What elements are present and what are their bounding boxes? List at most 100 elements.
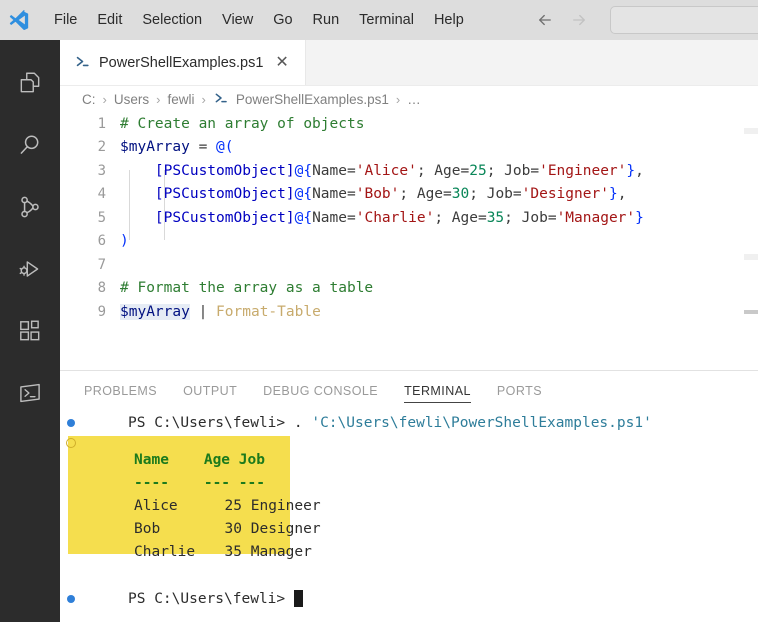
arrow-left-icon[interactable]	[536, 11, 554, 29]
tab-output[interactable]: OUTPUT	[183, 371, 237, 411]
terminal-command-line: PS C:\Users\fewli> . 'C:\Users\fewli\Pow…	[60, 411, 758, 434]
code-line: 8 # Format the array as a table	[60, 277, 758, 301]
code-token: 25	[469, 162, 487, 179]
code-token: 'Designer'	[521, 186, 609, 203]
chevron-right-icon: ›	[395, 91, 401, 107]
close-icon[interactable]: ✕	[271, 53, 292, 73]
menu-item-go[interactable]: Go	[263, 9, 302, 32]
menu-item-view[interactable]: View	[212, 9, 263, 32]
menu-item-run[interactable]: Run	[303, 9, 350, 32]
code-token: # Create an array of objects	[120, 115, 365, 132]
breadcrumb-item-file[interactable]: PowerShellExamples.ps1	[236, 92, 389, 107]
bottom-panel: PROBLEMS OUTPUT DEBUG CONSOLE TERMINAL P…	[60, 370, 758, 622]
menu-bar: File Edit Selection View Go Run Terminal…	[44, 0, 474, 40]
line-content: )	[120, 233, 129, 249]
line-content: [PSCustomObject]@{Name='Alice'; Age=25; …	[120, 163, 644, 179]
tab-terminal[interactable]: TERMINAL	[404, 371, 471, 411]
sidebar-item-run-and-debug[interactable]	[0, 238, 60, 300]
code-token: @(	[216, 139, 234, 156]
editor-region: PowerShellExamples.ps1 ✕ C: › Users › fe…	[60, 40, 758, 370]
source-control-icon	[17, 194, 43, 220]
terminal-output-separator: ---- --- ---	[60, 471, 758, 494]
code-token: $myArray	[120, 139, 190, 156]
line-content: # Create an array of objects	[120, 116, 364, 132]
code-token: )	[120, 233, 129, 250]
terminal-output[interactable]: PS C:\Users\fewli> . 'C:\Users\fewli\Pow…	[60, 411, 758, 621]
editor-scrollbar[interactable]	[744, 310, 758, 314]
menu-item-edit[interactable]: Edit	[87, 9, 132, 32]
output-cell-age: 35	[224, 543, 242, 560]
terminal-output-row: Bob 30 Designer	[60, 517, 758, 540]
menu-item-terminal[interactable]: Terminal	[349, 9, 424, 32]
code-token: 'Engineer'	[539, 162, 627, 179]
breadcrumb-item-drive[interactable]: C:	[82, 92, 96, 107]
output-sep-name: ----	[134, 474, 169, 491]
breadcrumb: C: › Users › fewli › PowerShellExamples.…	[60, 86, 758, 112]
sidebar-item-explorer[interactable]	[0, 52, 60, 114]
code-token: ,	[635, 162, 644, 179]
terminal-output-row: Alice 25 Engineer	[60, 494, 758, 517]
code-token: @{	[294, 162, 313, 179]
editor-tab-powershellexamples[interactable]: PowerShellExamples.ps1 ✕	[60, 40, 306, 85]
indent-guide	[164, 170, 165, 240]
code-token: [PSCustomObject]	[154, 162, 295, 179]
sidebar-item-extensions[interactable]	[0, 300, 60, 362]
menu-item-file[interactable]: File	[44, 9, 87, 32]
code-token: }	[635, 209, 644, 226]
editor-scrollbar[interactable]	[744, 254, 758, 260]
sidebar-item-source-control[interactable]	[0, 176, 60, 238]
breadcrumb-item-users[interactable]: Users	[114, 92, 149, 107]
output-cell-age: 25	[224, 497, 242, 514]
menu-item-help[interactable]: Help	[424, 9, 474, 32]
code-token: [PSCustomObject]	[154, 186, 295, 203]
arrow-right-icon[interactable]	[570, 11, 588, 29]
code-token: @{	[294, 209, 313, 226]
code-token: # Format the array as a table	[120, 280, 374, 297]
code-token: Name=	[312, 162, 356, 179]
tab-problems[interactable]: PROBLEMS	[84, 371, 157, 411]
terminal-prompt: PS C:\Users\fewli>	[128, 590, 294, 607]
terminal-command-argument: 'C:\Users\fewli\PowerShellExamples.ps1'	[311, 414, 652, 431]
terminal-dot-operator: .	[293, 414, 312, 431]
output-cell-job: Designer	[250, 520, 321, 537]
menu-item-selection[interactable]: Selection	[132, 9, 212, 32]
sidebar-item-search[interactable]	[0, 114, 60, 176]
breadcrumb-item-fewli[interactable]: fewli	[167, 92, 194, 107]
editor-tab-label: PowerShellExamples.ps1	[99, 54, 264, 71]
sidebar-item-terminal[interactable]	[0, 362, 60, 424]
terminal-cursor	[293, 590, 303, 607]
output-cell-name: Charlie	[134, 543, 196, 560]
command-marker-icon	[67, 595, 75, 603]
line-content: $myArray | Format-Table	[120, 303, 321, 320]
code-token: ; Job=	[504, 209, 557, 226]
code-token: @{	[294, 186, 313, 203]
code-line: 7	[60, 253, 758, 277]
code-token: }	[608, 186, 618, 203]
output-marker-icon	[66, 438, 76, 448]
editor-scrollbar[interactable]	[744, 128, 758, 134]
code-token: ; Age=	[416, 162, 470, 179]
terminal-final-prompt[interactable]: PS C:\Users\fewli>	[60, 587, 758, 610]
output-marker-row	[60, 434, 758, 448]
code-token: 'Alice'	[355, 162, 417, 179]
command-center-search-input[interactable]	[609, 6, 758, 34]
terminal-prompt: PS C:\Users\fewli>	[128, 414, 294, 431]
line-content: $myArray = @(	[120, 139, 234, 155]
tab-ports[interactable]: PORTS	[497, 371, 542, 411]
code-token: Name=	[312, 209, 356, 226]
output-sep-job: ---	[238, 474, 265, 491]
code-editor[interactable]: 1 # Create an array of objects 2 $myArra…	[60, 112, 758, 342]
output-cell-job: Manager	[250, 543, 312, 560]
code-line: 9 $myArray | Format-Table	[60, 300, 758, 324]
code-token: Name=	[312, 186, 356, 203]
tab-debug-console[interactable]: DEBUG CONSOLE	[263, 371, 378, 411]
code-token: ; Age=	[434, 209, 487, 226]
code-token: [PSCustomObject]	[154, 209, 295, 226]
breadcrumb-item-symbol-more[interactable]: …	[407, 92, 421, 107]
code-token: ,	[617, 186, 627, 203]
